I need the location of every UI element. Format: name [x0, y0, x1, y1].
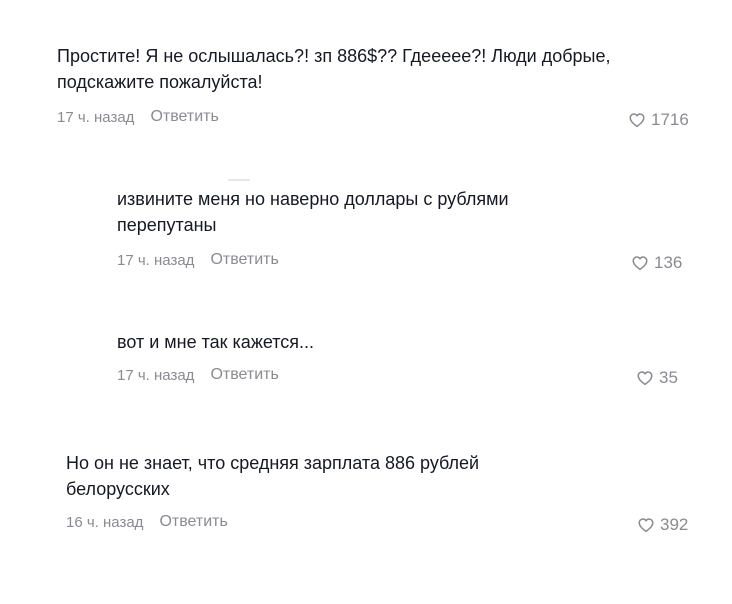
comment-time: 17 ч. назад	[117, 366, 195, 384]
comment-2: извините меня но наверно доллары с рубля…	[117, 186, 587, 238]
heart-outline-icon	[637, 371, 653, 386]
reply-button[interactable]: Ответить	[150, 108, 218, 126]
like-count: 392	[660, 515, 689, 534]
comment-3-meta: 17 ч. назад Ответить	[117, 366, 279, 384]
heart-outline-icon	[629, 113, 645, 128]
comment-1: Простите! Я не ослышалась?! зп 886$?? Гд…	[57, 43, 627, 95]
comment-text: извините меня но наверно доллары с рубля…	[117, 189, 509, 235]
reply-button[interactable]: Ответить	[159, 513, 227, 531]
comment-4: Но он не знает, что средняя зарплата 886…	[66, 450, 586, 502]
like-button[interactable]: 392	[637, 515, 688, 535]
comment-text: Простите! Я не ослышалась?! зп 886$?? Гд…	[57, 46, 611, 92]
like-count: 35	[659, 368, 678, 387]
like-count: 1716	[651, 110, 689, 129]
comment-text: Но он не знает, что средняя зарплата 886…	[66, 453, 480, 499]
comment-time: 16 ч. назад	[66, 513, 144, 531]
comment-1-meta: 17 ч. назад Ответить	[57, 108, 219, 126]
like-button[interactable]: 1716	[628, 110, 689, 130]
heart-outline-icon	[632, 256, 648, 271]
heart-outline-icon	[638, 518, 654, 533]
comment-2-meta: 17 ч. назад Ответить	[117, 251, 279, 269]
like-count: 136	[654, 253, 683, 272]
comment-3: вот и мне так кажется...	[117, 329, 587, 355]
comment-4-meta: 16 ч. назад Ответить	[66, 513, 228, 531]
comment-text: вот и мне так кажется...	[117, 332, 315, 352]
reply-button[interactable]: Ответить	[210, 251, 278, 269]
comment-time: 17 ч. назад	[117, 251, 195, 269]
divider	[228, 179, 250, 181]
like-button[interactable]: 136	[631, 253, 682, 273]
comment-time: 17 ч. назад	[57, 108, 135, 126]
like-button[interactable]: 35	[636, 368, 678, 388]
reply-button[interactable]: Ответить	[210, 366, 278, 384]
